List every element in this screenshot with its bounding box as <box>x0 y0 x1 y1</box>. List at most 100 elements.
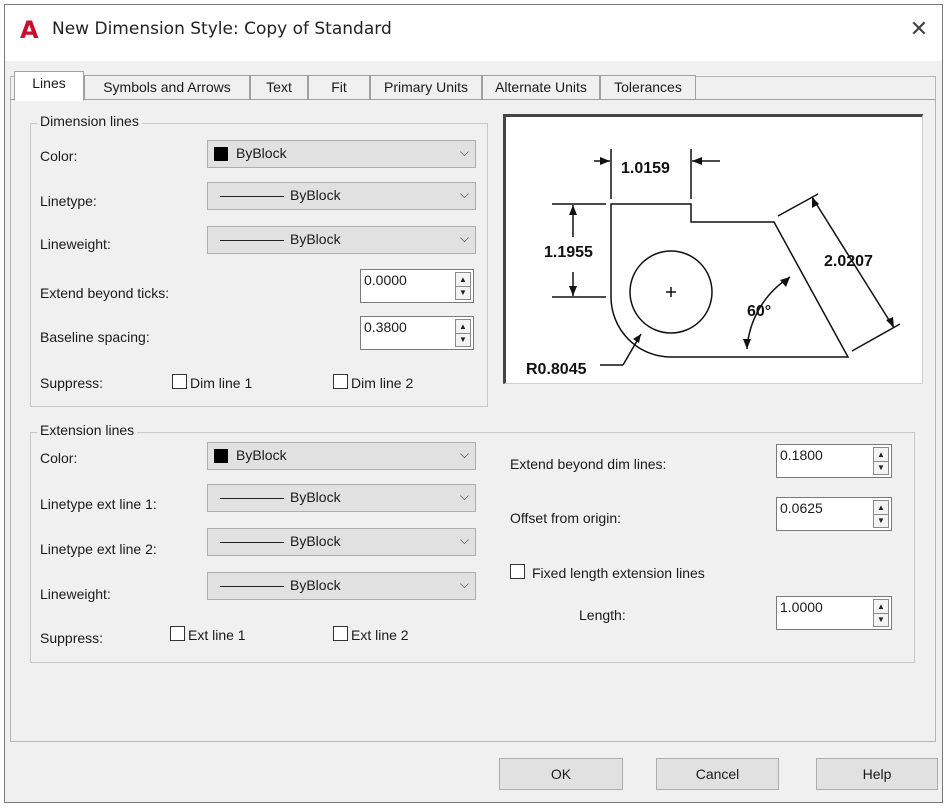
line-sample <box>220 240 284 241</box>
chevron-down-icon: ⌵ <box>459 577 469 591</box>
ok-button[interactable]: OK <box>499 758 623 790</box>
dim-line2-checkbox[interactable] <box>333 374 348 389</box>
chevron-down-icon: ⌵ <box>459 145 469 159</box>
baseline-spacing-value: 0.3800 <box>364 319 407 335</box>
dim-line1-label: Dim line 1 <box>190 375 253 391</box>
tab-primary-units[interactable]: Primary Units <box>370 75 482 99</box>
extend-ticks-label: Extend beyond ticks: <box>40 285 170 301</box>
spin-buttons[interactable]: ▲ ▼ <box>873 599 889 627</box>
dim-suppress-label: Suppress: <box>40 375 104 391</box>
ext-color-label: Color: <box>40 450 78 466</box>
spin-buttons[interactable]: ▲ ▼ <box>455 319 471 347</box>
ext-line2-label: Ext line 2 <box>351 627 409 643</box>
spin-down-icon[interactable]: ▼ <box>874 514 888 527</box>
preview-drawing: 1.0159 1.1955 2.0207 60° R0.8045 <box>526 149 901 378</box>
ext-lineweight-value: ByBlock <box>290 577 341 593</box>
dimension-lines-title: Dimension lines <box>37 113 142 129</box>
angle-text: 60° <box>747 303 771 320</box>
close-icon[interactable]: ✕ <box>906 16 932 42</box>
ext-lineweight-select[interactable]: ByBlock ⌵ <box>207 572 476 600</box>
tab-alternate-units[interactable]: Alternate Units <box>482 75 600 99</box>
spin-up-icon[interactable]: ▲ <box>874 600 888 614</box>
tab-fit[interactable]: Fit <box>308 75 370 99</box>
extend-dim-lines-value: 0.1800 <box>780 447 823 463</box>
dim-line1-checkbox[interactable] <box>172 374 187 389</box>
length-label: Length: <box>579 607 626 623</box>
spin-buttons[interactable]: ▲ ▼ <box>455 272 471 300</box>
extend-dim-lines-stepper[interactable]: 0.1800 ▲ ▼ <box>776 444 892 478</box>
help-button[interactable]: Help <box>816 758 938 790</box>
ext-linetype2-value: ByBlock <box>290 533 341 549</box>
tab-symbols-arrows[interactable]: Symbols and Arrows <box>84 75 250 99</box>
tab-strip-line <box>10 99 936 100</box>
tab-lines[interactable]: Lines <box>14 71 84 101</box>
spin-up-icon[interactable]: ▲ <box>874 501 888 515</box>
ext-line1-checkbox[interactable] <box>170 626 185 641</box>
length-stepper[interactable]: 1.0000 ▲ ▼ <box>776 596 892 630</box>
ext-linetype1-select[interactable]: ByBlock ⌵ <box>207 484 476 512</box>
ext-color-select[interactable]: ByBlock ⌵ <box>207 442 476 470</box>
chevron-down-icon: ⌵ <box>459 489 469 503</box>
color-swatch <box>214 147 228 161</box>
chevron-down-icon: ⌵ <box>459 187 469 201</box>
spin-up-icon[interactable]: ▲ <box>456 273 470 287</box>
spin-buttons[interactable]: ▲ ▼ <box>873 447 889 475</box>
dimension-preview: 1.0159 1.1955 2.0207 60° R0.8045 <box>503 114 923 384</box>
line-sample <box>220 542 284 543</box>
dim-color-label: Color: <box>40 148 78 164</box>
tab-text[interactable]: Text <box>250 75 308 99</box>
dim-line2-label: Dim line 2 <box>351 375 414 391</box>
ext-linetype1-value: ByBlock <box>290 489 341 505</box>
spin-buttons[interactable]: ▲ ▼ <box>873 500 889 528</box>
ext-line1-label: Ext line 1 <box>188 627 246 643</box>
baseline-spacing-stepper[interactable]: 0.3800 ▲ ▼ <box>360 316 474 350</box>
offset-origin-stepper[interactable]: 0.0625 ▲ ▼ <box>776 497 892 531</box>
extend-ticks-stepper[interactable]: 0.0000 ▲ ▼ <box>360 269 474 303</box>
dim-right-text: 2.0207 <box>824 253 873 270</box>
ext-linetype2-label: Linetype ext line 2: <box>40 541 157 557</box>
ext-line2-checkbox[interactable] <box>333 626 348 641</box>
dialog-footer <box>10 743 936 801</box>
line-sample <box>220 196 284 197</box>
spin-up-icon[interactable]: ▲ <box>456 320 470 334</box>
dim-top-text: 1.0159 <box>621 160 670 177</box>
baseline-spacing-label: Baseline spacing: <box>40 329 150 345</box>
ext-color-value: ByBlock <box>236 447 287 463</box>
chevron-down-icon: ⌵ <box>459 447 469 461</box>
fixed-length-label: Fixed length extension lines <box>532 565 705 581</box>
spin-down-icon[interactable]: ▼ <box>456 286 470 299</box>
dim-left-text: 1.1955 <box>544 244 593 261</box>
offset-origin-value: 0.0625 <box>780 500 823 516</box>
spin-up-icon[interactable]: ▲ <box>874 448 888 462</box>
color-swatch <box>214 449 228 463</box>
radius-text: R0.8045 <box>526 361 587 378</box>
line-sample <box>220 586 284 587</box>
dim-linetype-select[interactable]: ByBlock ⌵ <box>207 182 476 210</box>
dim-color-value: ByBlock <box>236 145 287 161</box>
extend-ticks-value: 0.0000 <box>364 272 407 288</box>
line-sample <box>220 498 284 499</box>
dim-lineweight-label: Lineweight: <box>40 236 111 252</box>
spin-down-icon[interactable]: ▼ <box>456 333 470 346</box>
spin-down-icon[interactable]: ▼ <box>874 461 888 474</box>
spin-down-icon[interactable]: ▼ <box>874 613 888 626</box>
fixed-length-checkbox[interactable] <box>510 564 525 579</box>
tab-tolerances[interactable]: Tolerances <box>600 75 696 99</box>
ext-lineweight-label: Lineweight: <box>40 586 111 602</box>
length-value: 1.0000 <box>780 599 823 615</box>
extend-dim-lines-label: Extend beyond dim lines: <box>510 456 667 472</box>
dim-color-select[interactable]: ByBlock ⌵ <box>207 140 476 168</box>
ext-suppress-label: Suppress: <box>40 630 104 646</box>
extension-lines-title: Extension lines <box>37 422 138 438</box>
window-title: New Dimension Style: Copy of Standard <box>52 19 392 39</box>
chevron-down-icon: ⌵ <box>459 533 469 547</box>
chevron-down-icon: ⌵ <box>459 231 469 245</box>
offset-origin-label: Offset from origin: <box>510 510 622 526</box>
dim-lineweight-value: ByBlock <box>290 231 341 247</box>
part-outline <box>610 203 850 358</box>
dim-linetype-value: ByBlock <box>290 187 341 203</box>
dim-lineweight-select[interactable]: ByBlock ⌵ <box>207 226 476 254</box>
ext-linetype2-select[interactable]: ByBlock ⌵ <box>207 528 476 556</box>
ext-linetype1-label: Linetype ext line 1: <box>40 496 157 512</box>
cancel-button[interactable]: Cancel <box>656 758 779 790</box>
